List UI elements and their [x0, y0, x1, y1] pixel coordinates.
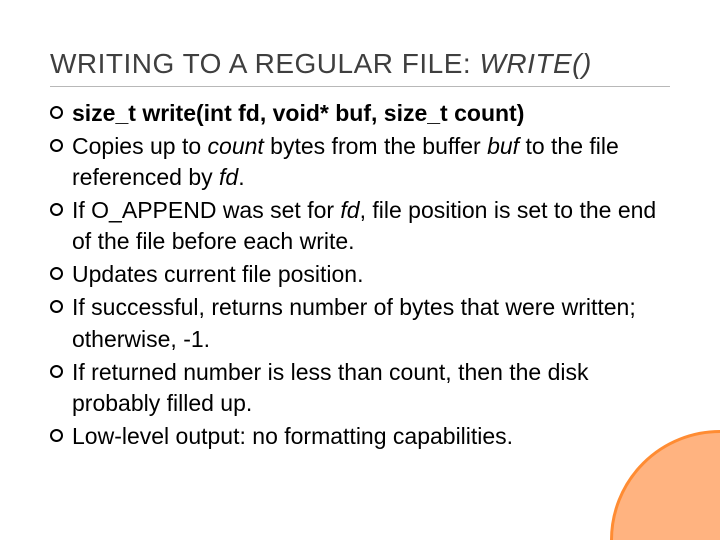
list-item: If returned number is less than count, t… — [50, 357, 670, 419]
bullet-icon — [50, 300, 63, 313]
list-item: If O_APPEND was set for fd, file positio… — [50, 195, 670, 257]
list-item: size_t write(int fd, void* buf, size_t c… — [50, 98, 670, 129]
list-item: Updates current file position. — [50, 259, 670, 290]
title-underline — [50, 86, 670, 87]
bullet-icon — [50, 267, 63, 280]
text-run: . — [238, 164, 244, 190]
list-item: Low-level output: no formatting capabili… — [50, 421, 670, 452]
function-signature: size_t write(int fd, void* buf, size_t c… — [72, 98, 670, 129]
list-item: Copies up to count bytes from the buffer… — [50, 131, 670, 193]
param-fd: fd — [219, 164, 238, 190]
title-function-name: WRITE() — [479, 48, 591, 79]
bullet-icon — [50, 429, 63, 442]
bullet-icon — [50, 139, 63, 152]
item-text: If returned number is less than count, t… — [72, 357, 670, 419]
bullet-list: size_t write(int fd, void* buf, size_t c… — [50, 98, 670, 452]
item-text: If successful, returns number of bytes t… — [72, 292, 670, 354]
text-run: Copies up to — [72, 133, 208, 159]
bullet-icon — [50, 203, 63, 216]
text-run: bytes from the buffer — [264, 133, 487, 159]
item-text: If O_APPEND was set for fd, file positio… — [72, 195, 670, 257]
item-text: Low-level output: no formatting capabili… — [72, 421, 670, 452]
item-text: Copies up to count bytes from the buffer… — [72, 131, 670, 193]
title-text: WRITING TO A REGULAR FILE: — [50, 48, 479, 79]
slide: WRITING TO A REGULAR FILE: WRITE() size_… — [0, 0, 720, 540]
param-buf: buf — [487, 133, 519, 159]
text-run: If O_APPEND was set for — [72, 197, 340, 223]
item-text: Updates current file position. — [72, 259, 670, 290]
param-fd: fd — [340, 197, 359, 223]
bullet-icon — [50, 365, 63, 378]
bullet-icon — [50, 106, 63, 119]
slide-title: WRITING TO A REGULAR FILE: WRITE() — [50, 48, 670, 80]
list-item: If successful, returns number of bytes t… — [50, 292, 670, 354]
param-count: count — [208, 133, 264, 159]
